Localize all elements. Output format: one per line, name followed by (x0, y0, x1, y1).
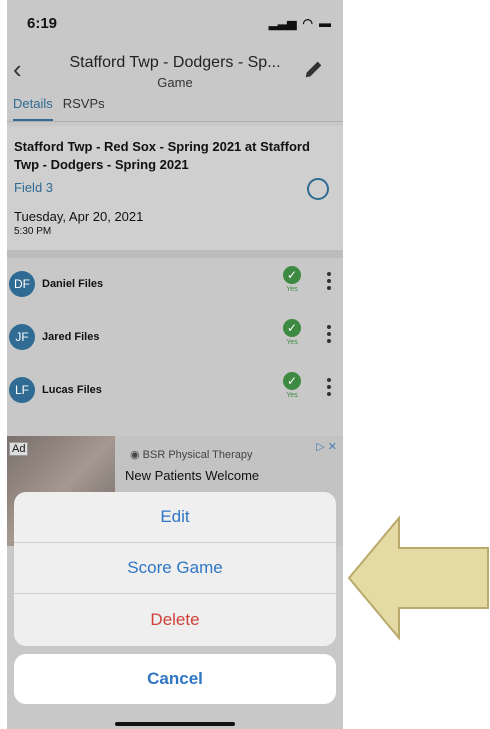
battery-icon: ▬ (319, 16, 331, 30)
delete-button[interactable]: Delete (14, 594, 336, 645)
player-row[interactable]: LF Lucas Files ✓ Yes (7, 364, 343, 416)
nav-title: Stafford Twp - Dodgers - Sp... (69, 54, 281, 71)
player-name: Daniel Files (42, 278, 104, 290)
game-date: Tuesday, Apr 20, 2021 (14, 209, 144, 224)
avatar: LF (9, 377, 35, 403)
status-time: 6:19 (27, 14, 58, 32)
signal-icon: ▂▃▅ (268, 16, 297, 30)
avatar: DF (9, 271, 35, 297)
player-name: Lucas Files (42, 384, 102, 396)
ad-headline: New Patients Welcome (125, 468, 260, 483)
phone-screen: 6:19 ▂▃▅ ◠ ▬ ‹ Stafford Twp - Dodgers - … (7, 0, 343, 729)
nav-subtitle: Game (157, 75, 193, 90)
ad-close-icon[interactable]: ▷ ✕ (316, 440, 337, 453)
player-row[interactable]: JF Jared Files ✓ Yes (7, 311, 343, 363)
rsvp-label: Yes (286, 392, 298, 399)
ad-advertiser: ◉ BSR Physical Therapy (130, 449, 253, 461)
rsvp-label: Yes (286, 339, 298, 346)
cancel-button[interactable]: Cancel (14, 654, 336, 704)
tab-rsvps[interactable]: RSVPs (63, 96, 105, 121)
home-indicator (115, 722, 235, 726)
rsvp-status[interactable]: ✓ Yes (283, 372, 301, 399)
game-info: Stafford Twp - Red Sox - Spring 2021 at … (7, 126, 343, 250)
status-bar: 6:19 ▂▃▅ ◠ ▬ (7, 0, 343, 46)
rsvp-status[interactable]: ✓ Yes (283, 319, 301, 346)
back-icon[interactable]: ‹ (13, 54, 22, 85)
nav-bar: ‹ Stafford Twp - Dodgers - Sp... Game (7, 46, 343, 96)
action-sheet: Edit Score Game Delete (14, 492, 336, 646)
check-icon: ✓ (283, 372, 301, 390)
directions-icon[interactable] (307, 178, 329, 200)
check-icon: ✓ (283, 266, 301, 284)
game-time: 5:30 PM (14, 226, 52, 237)
avatar: JF (9, 324, 35, 350)
score-game-button[interactable]: Score Game (14, 543, 336, 594)
player-name: Jared Files (42, 331, 100, 343)
tab-bar: Details RSVPs (7, 96, 343, 122)
rsvp-label: Yes (286, 286, 298, 293)
rsvp-status[interactable]: ✓ Yes (283, 266, 301, 293)
more-options-icon[interactable] (325, 378, 333, 399)
tab-details[interactable]: Details (13, 96, 53, 121)
game-title: Stafford Twp - Red Sox - Spring 2021 at … (14, 139, 310, 172)
ad-badge: Ad (9, 442, 29, 456)
check-icon: ✓ (283, 319, 301, 337)
game-field-link[interactable]: Field 3 (14, 180, 336, 195)
section-divider (7, 250, 343, 258)
status-icons: ▂▃▅ ◠ ▬ (269, 16, 331, 30)
player-row[interactable]: DF Daniel Files ✓ Yes (7, 258, 343, 310)
more-options-icon[interactable] (325, 272, 333, 293)
pointer-arrow-icon (347, 515, 489, 641)
edit-button[interactable]: Edit (14, 492, 336, 543)
pencil-icon[interactable] (303, 58, 325, 80)
more-options-icon[interactable] (325, 325, 333, 346)
wifi-icon: ◠ (302, 16, 313, 30)
